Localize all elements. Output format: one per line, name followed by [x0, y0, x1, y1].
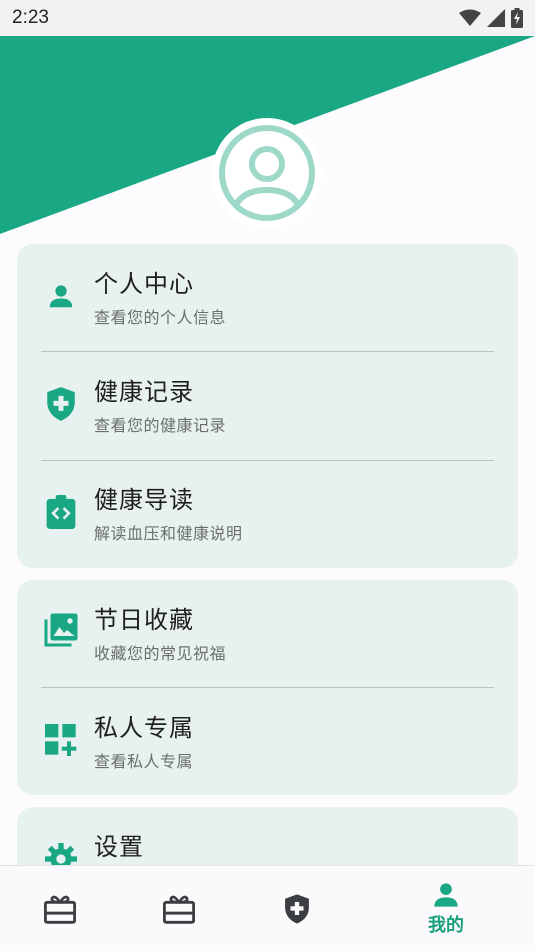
gift-card-icon [163, 895, 195, 924]
nav-tab-3[interactable] [237, 866, 357, 951]
nav-tab-mine[interactable]: 我的 [386, 866, 506, 951]
item-subtitle: 查看私人专属 [94, 752, 194, 771]
person-icon [43, 278, 79, 314]
item-title: 个人中心 [94, 270, 194, 298]
menu-item-health-records[interactable]: 健康记录 查看您的健康记录 [17, 352, 518, 460]
signal-icon [487, 9, 505, 27]
menu-card-2: 节日收藏 收藏您的常见祝福 私人专属 查看私人专属 [17, 580, 518, 795]
nav-tab-1[interactable] [0, 866, 120, 951]
item-title: 健康导读 [94, 486, 194, 514]
menu-item-personal-center[interactable]: 个人中心 查看您的个人信息 [17, 244, 518, 352]
item-subtitle: 查看您的个人信息 [94, 308, 227, 327]
wifi-icon [459, 9, 481, 26]
person-icon [434, 883, 458, 907]
avatar[interactable] [212, 118, 322, 228]
status-icons [459, 8, 523, 28]
nav-label-mine: 我的 [428, 915, 464, 936]
dashboard-add-icon [43, 722, 79, 758]
account-circle-icon [219, 125, 315, 221]
clipboard-code-icon [43, 494, 79, 530]
nav-tab-2[interactable] [119, 866, 239, 951]
photo-library-icon [43, 612, 79, 648]
menu-item-private-exclusive[interactable]: 私人专属 查看私人专属 [17, 688, 518, 796]
menu-item-health-guide[interactable]: 健康导读 解读血压和健康说明 [17, 460, 518, 568]
menu-card-1: 个人中心 查看您的个人信息 健康记录 查看您的健康记录 健康导读 解读血压和健康… [17, 244, 518, 568]
status-time: 2:23 [12, 7, 49, 28]
item-title: 设置 [94, 833, 144, 861]
item-title: 私人专属 [94, 714, 194, 742]
item-subtitle: 解读血压和健康说明 [94, 524, 243, 543]
item-title: 健康记录 [94, 378, 194, 406]
item-subtitle: 查看您的健康记录 [94, 416, 227, 435]
item-subtitle: 收藏您的常见祝福 [94, 644, 227, 663]
medical-shield-icon [43, 386, 79, 422]
medical-shield-icon [285, 894, 309, 924]
item-title: 节日收藏 [94, 606, 194, 634]
bottom-nav: 我的 [0, 865, 535, 951]
status-bar: 2:23 [0, 0, 535, 36]
menu-item-festival-favorites[interactable]: 节日收藏 收藏您的常见祝福 [17, 580, 518, 688]
battery-icon [511, 8, 523, 28]
gift-card-icon [44, 895, 76, 924]
